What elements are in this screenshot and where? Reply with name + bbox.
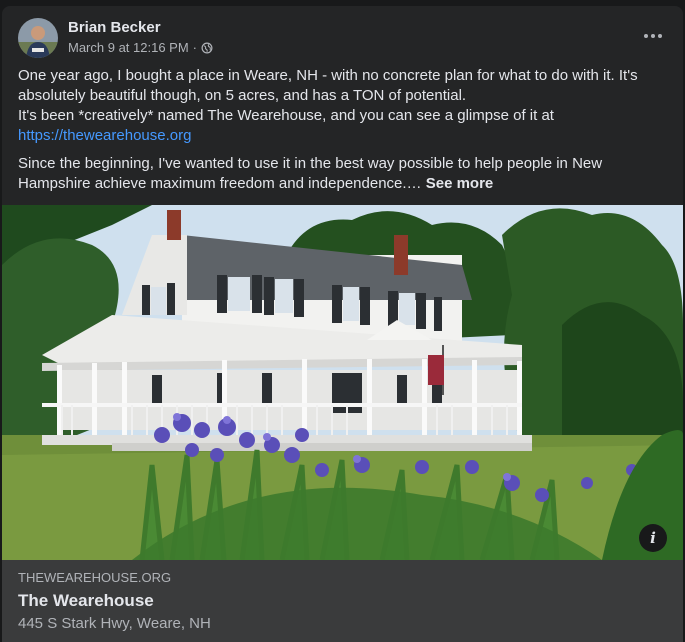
info-icon[interactable]: i [639, 524, 667, 552]
post-paragraph-2: Since the beginning, I've wanted to use … [18, 154, 667, 194]
post-text-line-2: It's been *creatively* named The Weareho… [18, 107, 554, 124]
author-avatar[interactable] [18, 18, 58, 58]
post-timestamp[interactable]: March 9 at 12:16 PM [68, 40, 189, 55]
post-photo[interactable]: i [2, 205, 683, 560]
author-name[interactable]: Brian Becker [68, 19, 161, 36]
post-text-line-1: One year ago, I bought a place in Weare,… [18, 67, 638, 104]
post-header: Brian Becker March 9 at 12:16 PM · [18, 18, 671, 58]
link-title[interactable]: The Wearehouse [18, 591, 154, 611]
post-text-line-3: Since the beginning, I've wanted to use … [18, 155, 603, 192]
post-card: Brian Becker March 9 at 12:16 PM · One y… [2, 6, 683, 642]
meta-separator: · [192, 40, 198, 55]
globe-icon [201, 42, 213, 53]
website-link[interactable]: https://thewearehouse.org [18, 127, 191, 144]
link-domain: THEWEAREHOUSE.ORG [18, 570, 172, 585]
link-subtitle: 445 S Stark Hwy, Weare, NH [18, 615, 211, 632]
see-more-button[interactable]: See more [426, 175, 494, 192]
link-preview-card[interactable]: THEWEAREHOUSE.ORG The Wearehouse 445 S S… [2, 560, 683, 642]
post-meta: March 9 at 12:16 PM · [68, 40, 213, 55]
more-options-icon[interactable] [639, 24, 667, 48]
post-text: One year ago, I bought a place in Weare,… [18, 66, 667, 202]
post-paragraph-1: One year ago, I bought a place in Weare,… [18, 66, 667, 146]
